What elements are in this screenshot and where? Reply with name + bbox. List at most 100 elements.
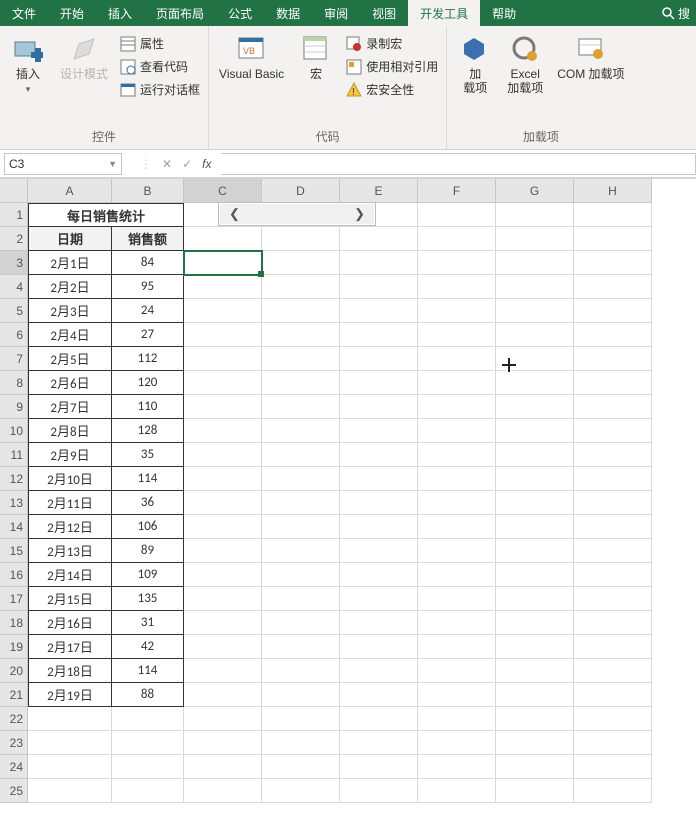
- formula-input[interactable]: [221, 153, 696, 175]
- cell[interactable]: [184, 563, 262, 587]
- cell[interactable]: [418, 299, 496, 323]
- sales-cell[interactable]: 24: [112, 299, 184, 323]
- cell[interactable]: [262, 323, 340, 347]
- sales-cell[interactable]: 35: [112, 443, 184, 467]
- cell[interactable]: [496, 299, 574, 323]
- cell[interactable]: [28, 707, 112, 731]
- sales-cell[interactable]: 110: [112, 395, 184, 419]
- column-header[interactable]: G: [496, 179, 574, 203]
- cell[interactable]: [496, 443, 574, 467]
- name-box[interactable]: C3 ▼: [4, 153, 122, 175]
- cell[interactable]: [496, 419, 574, 443]
- tab-5[interactable]: 数据: [264, 0, 312, 26]
- cell[interactable]: [262, 299, 340, 323]
- row-header[interactable]: 1: [0, 203, 28, 227]
- row-header[interactable]: 14: [0, 515, 28, 539]
- cell[interactable]: [340, 515, 418, 539]
- cell[interactable]: [340, 395, 418, 419]
- cell[interactable]: [574, 419, 652, 443]
- cell[interactable]: [184, 515, 262, 539]
- date-cell[interactable]: 2月14日: [28, 563, 112, 587]
- sales-cell[interactable]: 88: [112, 683, 184, 707]
- cell[interactable]: [496, 707, 574, 731]
- date-cell[interactable]: 2月9日: [28, 443, 112, 467]
- scrollbar-control[interactable]: ❮ ❯: [218, 202, 376, 226]
- cell[interactable]: [184, 323, 262, 347]
- row-header[interactable]: 3: [0, 251, 28, 275]
- row-header[interactable]: 12: [0, 467, 28, 491]
- record-macro-button[interactable]: 录制宏: [344, 34, 440, 53]
- cell[interactable]: [340, 683, 418, 707]
- cell[interactable]: [496, 611, 574, 635]
- cell[interactable]: [184, 635, 262, 659]
- cell[interactable]: [496, 635, 574, 659]
- cell[interactable]: [418, 707, 496, 731]
- sales-cell[interactable]: 27: [112, 323, 184, 347]
- cell[interactable]: [184, 707, 262, 731]
- cell[interactable]: [184, 299, 262, 323]
- cell[interactable]: [418, 515, 496, 539]
- cell[interactable]: [496, 755, 574, 779]
- cell[interactable]: [184, 371, 262, 395]
- cell[interactable]: [262, 227, 340, 251]
- spreadsheet-grid[interactable]: ABCDEFGH1每日销售统计2日期销售额32月1日8442月2日9552月3日…: [0, 178, 696, 803]
- date-cell[interactable]: 2月1日: [28, 251, 112, 275]
- cell[interactable]: [496, 347, 574, 371]
- cell[interactable]: [340, 467, 418, 491]
- cell[interactable]: [340, 563, 418, 587]
- cell[interactable]: [262, 635, 340, 659]
- cell[interactable]: [418, 371, 496, 395]
- cell[interactable]: [418, 755, 496, 779]
- date-cell[interactable]: 2月5日: [28, 347, 112, 371]
- cell[interactable]: [496, 659, 574, 683]
- cell[interactable]: [574, 611, 652, 635]
- cell[interactable]: [418, 467, 496, 491]
- cell[interactable]: [184, 731, 262, 755]
- cell[interactable]: [28, 779, 112, 803]
- cell[interactable]: [184, 467, 262, 491]
- cell[interactable]: [262, 563, 340, 587]
- cell[interactable]: [418, 491, 496, 515]
- cell[interactable]: [262, 371, 340, 395]
- header-date[interactable]: 日期: [28, 227, 112, 251]
- cell[interactable]: [574, 731, 652, 755]
- cell[interactable]: [340, 779, 418, 803]
- cell[interactable]: [262, 395, 340, 419]
- cell[interactable]: [418, 443, 496, 467]
- cell[interactable]: [574, 635, 652, 659]
- cell[interactable]: [418, 539, 496, 563]
- cell[interactable]: [496, 779, 574, 803]
- design-mode-button[interactable]: 设计模式: [56, 30, 112, 81]
- row-header[interactable]: 23: [0, 731, 28, 755]
- cell[interactable]: [496, 395, 574, 419]
- cell[interactable]: [184, 443, 262, 467]
- row-header[interactable]: 10: [0, 419, 28, 443]
- cancel-icon[interactable]: ✕: [162, 157, 172, 171]
- sales-cell[interactable]: 135: [112, 587, 184, 611]
- cell[interactable]: [184, 275, 262, 299]
- cell[interactable]: [184, 683, 262, 707]
- cell[interactable]: [574, 371, 652, 395]
- cell[interactable]: [574, 395, 652, 419]
- cell[interactable]: [496, 203, 574, 227]
- sales-cell[interactable]: 120: [112, 371, 184, 395]
- cell[interactable]: [340, 251, 418, 275]
- cell[interactable]: [574, 563, 652, 587]
- sales-cell[interactable]: 128: [112, 419, 184, 443]
- column-header[interactable]: H: [574, 179, 652, 203]
- cell[interactable]: [340, 755, 418, 779]
- date-cell[interactable]: 2月12日: [28, 515, 112, 539]
- cell[interactable]: [496, 731, 574, 755]
- cell[interactable]: [340, 227, 418, 251]
- cell[interactable]: [418, 635, 496, 659]
- tab-2[interactable]: 插入: [96, 0, 144, 26]
- cell[interactable]: [184, 419, 262, 443]
- cell[interactable]: [262, 443, 340, 467]
- sales-cell[interactable]: 114: [112, 659, 184, 683]
- cell[interactable]: [418, 779, 496, 803]
- column-header[interactable]: F: [418, 179, 496, 203]
- cell[interactable]: [574, 299, 652, 323]
- row-header[interactable]: 13: [0, 491, 28, 515]
- sales-cell[interactable]: 42: [112, 635, 184, 659]
- sales-cell[interactable]: 84: [112, 251, 184, 275]
